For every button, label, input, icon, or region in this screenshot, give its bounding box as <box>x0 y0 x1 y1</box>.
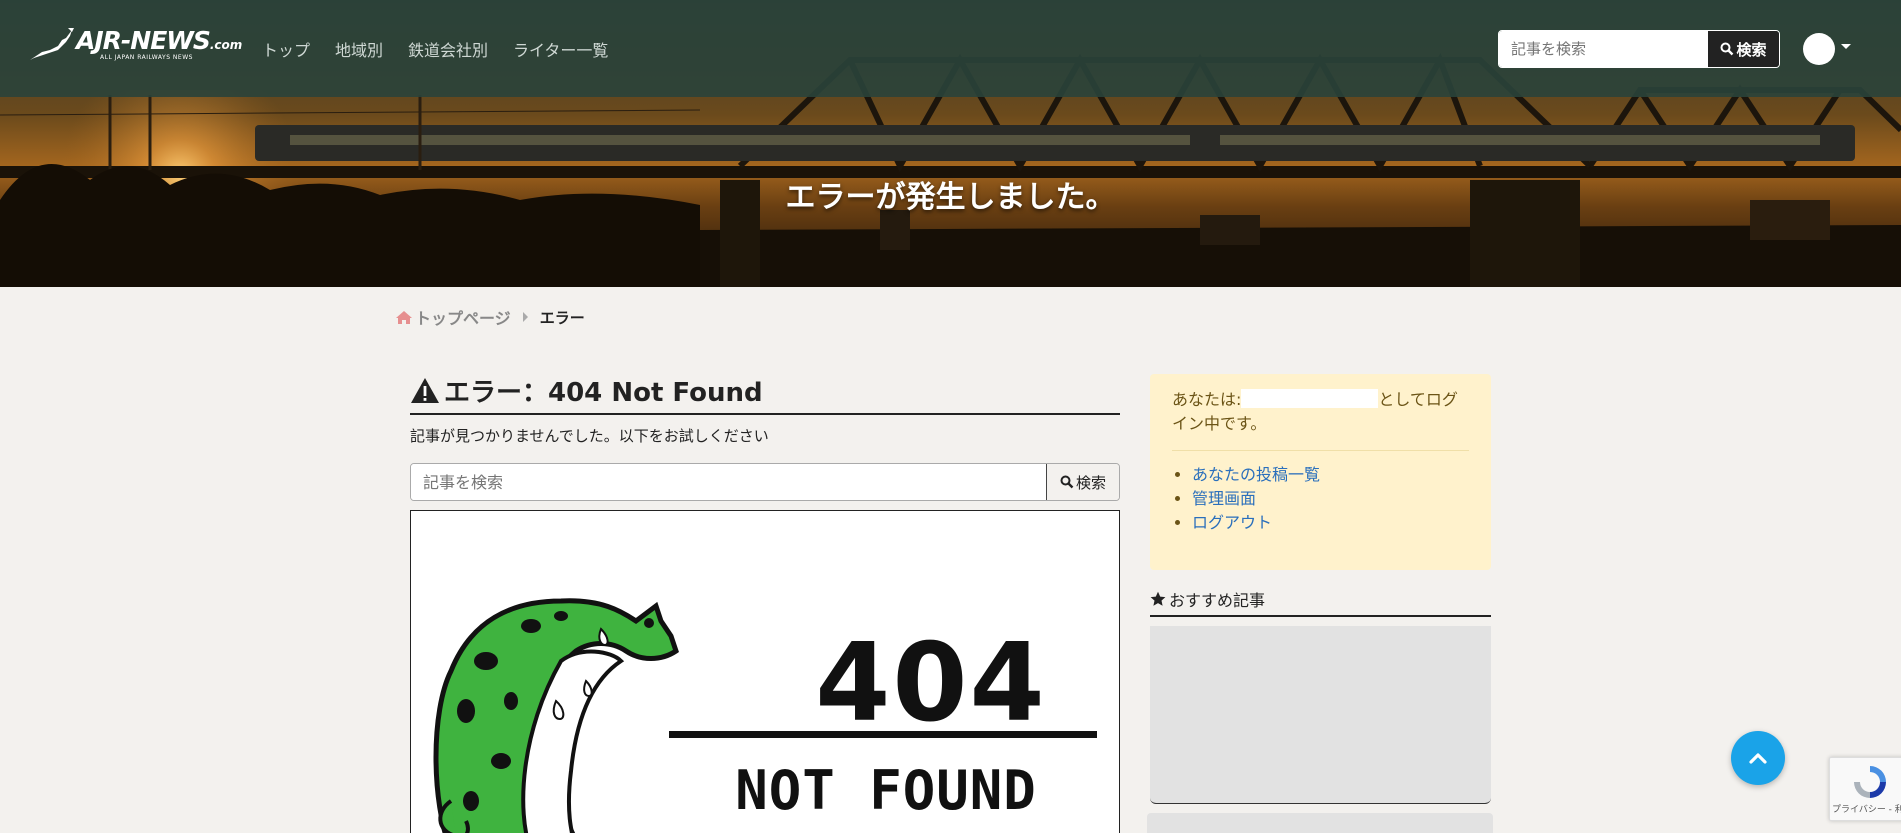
content-search-input[interactable] <box>411 464 1046 500</box>
nav-link-railway-company[interactable]: 鉄道会社別 <box>408 37 488 61</box>
header-search-button[interactable]: 検索 <box>1707 31 1779 67</box>
caret-down-icon <box>1841 43 1851 49</box>
username-redacted <box>1241 389 1379 408</box>
not-found-text: NOT FOUND <box>735 759 1037 822</box>
content-search-button[interactable]: 検索 <box>1046 464 1119 500</box>
gecko-illustration <box>433 598 679 833</box>
logo-text: AJR-NEWS.com <box>76 26 243 55</box>
warning-icon <box>411 377 439 403</box>
main-content: エラー：404 Not Found 記事が見つかりませんでした。以下をお試しくだ… <box>410 372 1120 833</box>
hero-banner: AJR-NEWS.com ALL JAPAN RAILWAYS NEWS トップ… <box>0 0 1901 287</box>
content-search-button-label: 検索 <box>1075 473 1106 492</box>
recommended-heading: おすすめ記事 <box>1150 587 1491 617</box>
header-search-button-label: 検索 <box>1736 40 1767 59</box>
header-search-input[interactable] <box>1499 31 1707 67</box>
recaptcha-logo-icon <box>1854 766 1886 798</box>
breadcrumb-home-label: トップページ <box>415 309 511 328</box>
site-logo[interactable]: AJR-NEWS.com ALL JAPAN RAILWAYS NEWS <box>28 26 242 66</box>
error-message: 記事が見つかりませんでした。以下をお試しください <box>410 427 769 445</box>
error-title: エラー：404 Not Found <box>410 372 1120 415</box>
user-link-item: あなたの投稿一覧 <box>1192 463 1469 487</box>
home-icon <box>396 310 412 324</box>
login-prefix: あなたは: <box>1172 390 1242 409</box>
not-found-divider <box>669 731 1097 738</box>
not-found-code: 404 <box>815 621 1047 746</box>
breadcrumb-separator-icon <box>522 312 528 322</box>
search-icon <box>1060 475 1074 489</box>
admin-link[interactable]: 管理画面 <box>1192 489 1256 508</box>
nav-link-region[interactable]: 地域別 <box>335 37 383 61</box>
recommended-article-card[interactable] <box>1150 626 1491 804</box>
user-menu-toggle[interactable] <box>1803 33 1851 65</box>
main-nav: トップ 地域別 鉄道会社別 ライター一覧 <box>262 37 633 61</box>
login-divider <box>1172 450 1469 451</box>
user-link-item: 管理画面 <box>1192 487 1469 511</box>
avatar <box>1803 33 1835 65</box>
japan-map-icon <box>30 28 74 60</box>
search-icon <box>1720 42 1734 56</box>
login-status-box: あなたは:としてログイン中です。 あなたの投稿一覧 管理画面 ログアウト <box>1150 374 1491 570</box>
breadcrumb: トップページ エラー <box>395 305 585 329</box>
login-status-text: あなたは: としてログイン中です。 <box>1172 388 1469 436</box>
breadcrumb-current: エラー <box>539 308 585 327</box>
navbar: AJR-NEWS.com ALL JAPAN RAILWAYS NEWS トップ… <box>0 0 1901 97</box>
recaptcha-badge[interactable]: プライバシー - 利用規約 <box>1829 757 1901 821</box>
user-link-item: ログアウト <box>1192 511 1469 535</box>
my-posts-link[interactable]: あなたの投稿一覧 <box>1192 465 1320 484</box>
user-links: あなたの投稿一覧 管理画面 ログアウト <box>1172 463 1469 535</box>
breadcrumb-home[interactable]: トップページ <box>395 305 511 329</box>
recaptcha-label: プライバシー - 利用規約 <box>1832 805 1901 815</box>
nav-link-writers[interactable]: ライター一覧 <box>513 37 608 61</box>
logo-subtitle: ALL JAPAN RAILWAYS NEWS <box>100 54 193 61</box>
chevron-up-icon <box>1749 753 1767 764</box>
star-icon <box>1150 591 1166 606</box>
content-search: 検索 <box>410 463 1120 501</box>
recommended-heading-text: おすすめ記事 <box>1169 591 1266 610</box>
hero-title: エラーが発生しました。 <box>785 180 1116 215</box>
scroll-to-top-button[interactable] <box>1731 731 1785 785</box>
recommended-article-card[interactable] <box>1147 813 1493 833</box>
error-title-text: エラー：404 Not Found <box>444 378 763 408</box>
header-search: 検索 <box>1498 30 1780 68</box>
not-found-illustration: 404 NOT FOUND <box>410 510 1120 833</box>
logout-link[interactable]: ログアウト <box>1192 513 1272 532</box>
nav-link-top[interactable]: トップ <box>262 37 310 61</box>
